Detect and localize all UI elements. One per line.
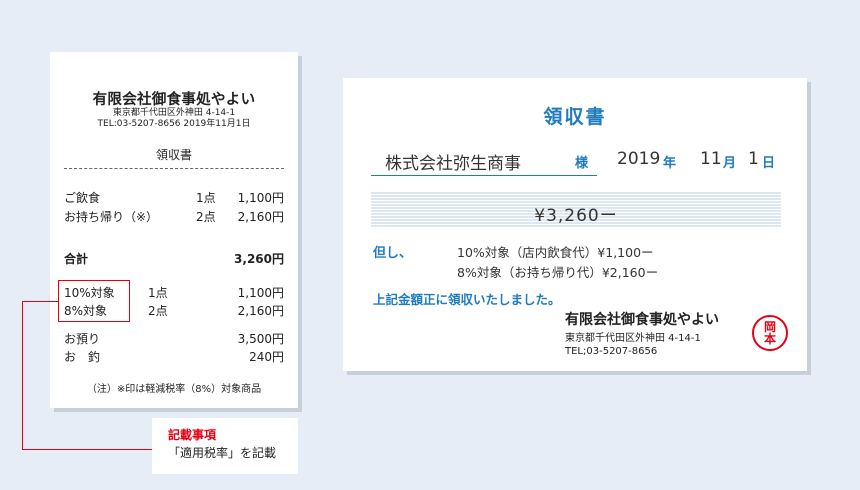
item-price: 1,100円 <box>237 191 284 205</box>
amount-value: ¥3,260ー <box>534 206 618 226</box>
callout-title: 記載事項 <box>168 428 217 442</box>
item-name: ご飲食 <box>64 191 101 205</box>
date-year: 2019 <box>617 149 661 169</box>
date-month: 11 <box>700 149 722 169</box>
seal-stamp-icon: 岡 本 <box>752 315 788 351</box>
issuer-tel: TEL;03-5207-8656 <box>565 346 658 357</box>
recipient-honorific: 様 <box>575 156 589 171</box>
tax-rate-amount: 1,100円 <box>237 286 284 300</box>
tadashi-label: 但し、 <box>373 246 413 261</box>
breakdown-line: 8%対象（お持ち帰り代）¥2,160ー <box>457 265 659 280</box>
issuer-address: 東京都千代田区外神田 4-14-1 <box>565 333 701 344</box>
receipt-note: （注）※印は軽減税率（8%）対象商品 <box>86 384 262 395</box>
item-price: 2,160円 <box>237 210 284 224</box>
date-day-unit: 日 <box>762 156 776 171</box>
item-qty: 1点 <box>196 191 216 205</box>
change-value: 240円 <box>249 350 284 364</box>
receipt-divider <box>64 168 284 169</box>
leader-line <box>22 301 58 302</box>
leader-line <box>22 449 152 450</box>
tax-rate-highlight-box <box>58 280 130 322</box>
tax-rate-amount: 2,160円 <box>237 304 284 318</box>
item-qty: 2点 <box>196 210 216 224</box>
issuer-name: 有限会社御食事処やよい <box>565 312 719 328</box>
recipient-underline <box>371 175 597 176</box>
deposit-label: お預り <box>64 332 101 346</box>
deposit-value: 3,500円 <box>237 332 284 346</box>
breakdown-line: 10%対象（店内飲食代）¥1,100ー <box>457 245 654 260</box>
callout-box: 記載事項 「適用税率」を記載 <box>152 418 298 474</box>
receipt-shop-name: 有限会社御食事処やよい <box>92 92 256 108</box>
tax-rate-qty: 1点 <box>148 286 168 300</box>
received-statement: 上記金額正に領収いたしました。 <box>373 292 561 307</box>
receipt-heading: 領収書 <box>155 148 192 162</box>
tax-rate-qty: 2点 <box>148 304 168 318</box>
change-label: お 釣 <box>64 350 101 364</box>
seal-char: 本 <box>763 332 776 346</box>
invoice: 領収書 株式会社弥生商事 様 2019 年 11 月 1 日 ¥3,260ー 但… <box>343 78 807 371</box>
invoice-title: 領収書 <box>543 106 607 128</box>
date-month-unit: 月 <box>723 156 737 171</box>
total-value: 3,260円 <box>234 252 284 266</box>
recipient-name: 株式会社弥生商事 <box>385 154 521 174</box>
total-label: 合計 <box>64 252 89 266</box>
date-day: 1 <box>748 149 759 169</box>
leader-line <box>22 301 23 449</box>
receipt-address: 東京都千代田区外神田 4-14-1 <box>112 108 236 118</box>
callout-text: 「適用税率」を記載 <box>168 446 277 460</box>
receipt-tel-date: TEL:03-5207-8656 2019年11月1日 <box>97 119 251 129</box>
date-year-unit: 年 <box>663 156 677 171</box>
item-name: お持ち帰り（※） <box>64 210 159 224</box>
receipt: 有限会社御食事処やよい 東京都千代田区外神田 4-14-1 TEL:03-520… <box>50 52 298 408</box>
